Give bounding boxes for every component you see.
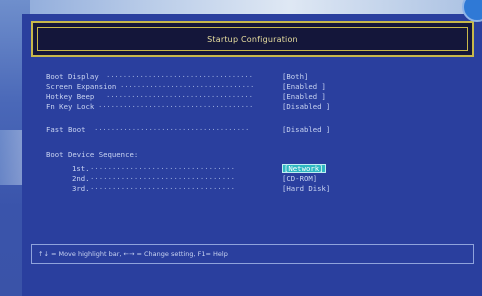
leader-dots: ····································· bbox=[94, 125, 250, 134]
setting-row-hotkey-beep[interactable]: Hotkey Beep ····························… bbox=[46, 92, 466, 102]
sequence-value[interactable]: [CD-ROM] bbox=[282, 174, 317, 183]
leader-dots: ································· bbox=[90, 164, 235, 173]
setting-value[interactable]: [Disabled ] bbox=[282, 125, 330, 134]
setting-value[interactable]: [Enabled ] bbox=[282, 82, 326, 91]
title-bar-inner: Startup Configuration bbox=[37, 27, 468, 51]
bios-screen: Startup Configuration Boot Display ·····… bbox=[22, 14, 482, 296]
setting-label: Fn Key Lock bbox=[46, 102, 95, 111]
sequence-label: 2nd. bbox=[72, 174, 90, 183]
setting-label: Screen Expansion bbox=[46, 82, 117, 91]
boot-sequence-item-1st[interactable]: 1st. ································· [… bbox=[72, 164, 472, 174]
sequence-value[interactable]: [Hard Disk] bbox=[282, 184, 330, 193]
leader-dots: ··································· bbox=[106, 72, 253, 81]
leader-dots: ··································· bbox=[106, 92, 253, 101]
leader-dots: ····································· bbox=[98, 102, 254, 111]
setting-value[interactable]: [Disabled ] bbox=[282, 102, 330, 111]
boot-sequence-item-3rd[interactable]: 3rd. ································· [… bbox=[72, 184, 472, 194]
help-bar: ↑↓ = Move highlight bar, ←→ = Change set… bbox=[31, 244, 474, 264]
sequence-value-selected[interactable]: [Network] bbox=[282, 164, 326, 173]
setting-row-screen-expansion[interactable]: Screen Expansion ·······················… bbox=[46, 82, 466, 92]
setting-row-boot-display[interactable]: Boot Display ···························… bbox=[46, 72, 466, 82]
setting-label: Fast Boot bbox=[46, 125, 86, 134]
leader-dots: ································· bbox=[90, 184, 235, 193]
setting-label: Boot Display bbox=[46, 72, 99, 81]
leader-dots: ································· bbox=[90, 174, 235, 183]
boot-sequence-item-2nd[interactable]: 2nd. ································· [… bbox=[72, 174, 472, 184]
setting-value[interactable]: [Both] bbox=[282, 72, 308, 81]
help-text: ↑↓ = Move highlight bar, ←→ = Change set… bbox=[38, 250, 228, 258]
setting-label: Hotkey Beep bbox=[46, 92, 95, 101]
setting-row-fn-key-lock[interactable]: Fn Key Lock ····························… bbox=[46, 102, 466, 112]
leader-dots: ································ bbox=[120, 82, 255, 91]
setting-value[interactable]: [Enabled ] bbox=[282, 92, 326, 101]
sequence-label: 3rd. bbox=[72, 184, 90, 193]
page-title: Startup Configuration bbox=[207, 34, 298, 44]
sequence-label: 1st. bbox=[72, 164, 90, 173]
setting-row-fast-boot[interactable]: Fast Boot ······························… bbox=[46, 125, 466, 135]
title-bar: Startup Configuration bbox=[31, 21, 474, 57]
boot-sequence-heading: Boot Device Sequence: bbox=[46, 150, 139, 159]
